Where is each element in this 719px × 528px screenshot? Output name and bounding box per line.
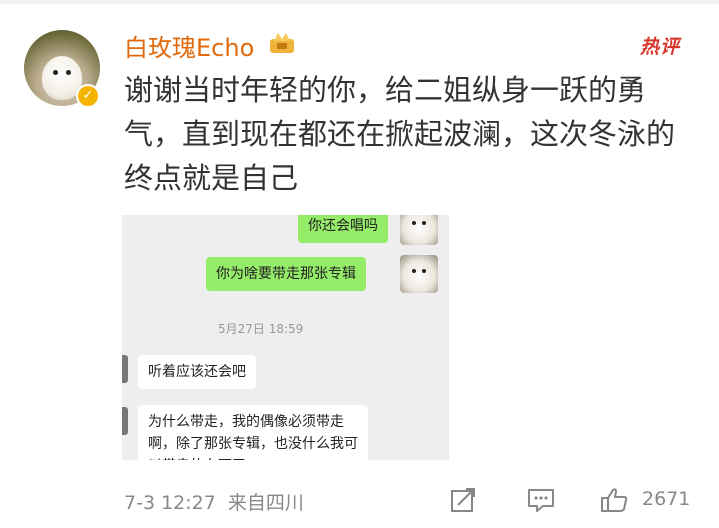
- chat-timestamp: 5月27日 18:59: [218, 322, 304, 336]
- post-meta: 7-3 12:27 来自四川: [124, 488, 304, 515]
- chat-screenshot-image[interactable]: 你还会唱吗 你为啥要带走那张专辑 5月27日 18:59 听着应该还会吧 为什么…: [122, 215, 449, 460]
- chat-bubble-sent: 你为啥要带走那张专辑: [206, 257, 366, 291]
- verified-badge-icon: ✓: [76, 84, 100, 108]
- username[interactable]: 白玫瑰Echo: [124, 28, 254, 63]
- chat-avatar: [400, 255, 438, 293]
- like-count: 2671: [642, 488, 691, 510]
- thumbs-up-icon[interactable]: [600, 486, 630, 514]
- post-date: 7-3 12:27: [124, 492, 216, 514]
- chat-avatar-edge: [122, 407, 128, 435]
- chat-bubble-sent: 你还会唱吗: [298, 215, 388, 243]
- comment-text: 谢谢当时年轻的你，给二姐纵身一跃的勇气，直到现在都还在掀起波澜，这次冬泳的终点就…: [124, 73, 676, 195]
- comment-icon[interactable]: [526, 486, 556, 514]
- share-icon[interactable]: [448, 486, 478, 514]
- chat-avatar-edge: [122, 355, 128, 383]
- top-divider: [0, 0, 719, 4]
- chat-bubble-received: 为什么带走，我的偶像必须带走啊，除了那张专辑，也没什么我可以带走的东西了: [138, 405, 368, 460]
- post-source: 来自四川: [227, 492, 304, 514]
- chat-avatar: [400, 215, 438, 245]
- hot-comment-tag: 热评: [640, 36, 681, 58]
- crown-badge-icon: [270, 33, 294, 53]
- chat-bubble-received: 听着应该还会吧: [138, 355, 256, 389]
